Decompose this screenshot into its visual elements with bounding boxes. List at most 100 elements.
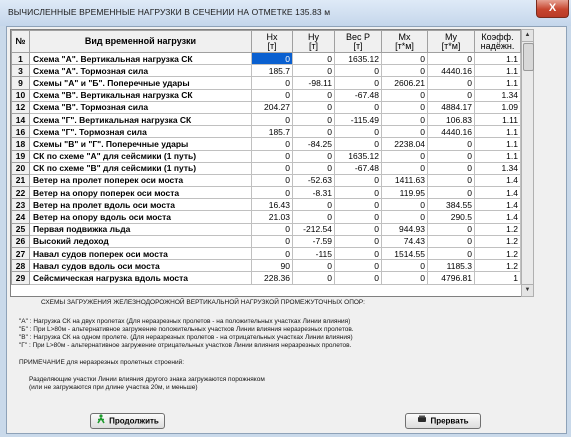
table-row[interactable]: 14 Схема "Г". Вертикальная нагрузка СК 0 0-… [11, 112, 521, 127]
value-cell[interactable]: 1.1 [474, 125, 521, 139]
value-cell[interactable]: 1.34 [474, 88, 521, 102]
load-name-cell[interactable]: Схемы "В" и "Г". Поперечные удары [29, 137, 252, 151]
value-cell[interactable]: 0 [334, 137, 382, 151]
table-row[interactable]: 22 Ветер на опору поперек оси моста 0 -8.31… [11, 186, 521, 200]
value-cell[interactable]: -7.59 [292, 234, 335, 249]
value-cell[interactable]: 0 [381, 149, 428, 163]
value-cell[interactable]: 384.55 [427, 198, 475, 212]
scroll-down-arrow-icon[interactable]: ▼ [522, 284, 533, 296]
value-cell[interactable]: 119.95 [381, 186, 428, 200]
value-cell[interactable]: 4796.81 [427, 271, 475, 285]
load-name-cell[interactable]: Схема "В". Вертикальная нагрузка СК [29, 88, 252, 102]
value-cell[interactable]: 0 [334, 234, 382, 249]
table-row[interactable]: 25 Первая подвижка льда 0 -212.54 0 944.93 0 1.… [11, 222, 521, 236]
row-number[interactable]: 3 [11, 64, 30, 78]
value-cell[interactable]: 16.43 [251, 198, 293, 212]
load-name-cell[interactable]: Схема "А". Вертикальная нагрузка СК [29, 51, 252, 66]
row-number[interactable]: 26 [11, 234, 30, 249]
value-cell[interactable]: 0 [251, 137, 293, 151]
value-cell[interactable]: 0 [334, 125, 382, 139]
value-cell[interactable]: 0 [292, 198, 335, 212]
value-cell[interactable]: 0 [251, 51, 293, 66]
table-row[interactable]: 23 Ветер на пролет вдоль оси моста 16.43 0 0… [11, 198, 521, 212]
load-name-cell[interactable]: Навал судов поперек оси моста [29, 246, 252, 261]
value-cell[interactable]: 0 [292, 64, 335, 78]
table-row[interactable]: 19 СК по схеме "А" для сейсмики (1 путь) 0… [11, 149, 521, 163]
value-cell[interactable]: 21.03 [251, 210, 293, 224]
value-cell[interactable]: 0 [334, 246, 382, 261]
value-cell[interactable]: -212.54 [292, 222, 335, 236]
row-number[interactable]: 1 [11, 51, 30, 66]
load-name-cell[interactable]: Схемы "А" и "Б". Поперечные удары [29, 76, 252, 90]
value-cell[interactable]: 0 [334, 259, 382, 273]
row-number[interactable]: 12 [11, 100, 30, 114]
value-cell[interactable]: 0 [251, 112, 293, 127]
value-cell[interactable]: -115.49 [334, 112, 382, 127]
value-cell[interactable]: 1.4 [474, 198, 521, 212]
value-cell[interactable]: 0 [334, 271, 382, 285]
value-cell[interactable]: 290.5 [427, 210, 475, 224]
value-cell[interactable]: 0 [292, 259, 335, 273]
value-cell[interactable]: 0 [292, 161, 335, 175]
value-cell[interactable]: 1.2 [474, 222, 521, 236]
value-cell[interactable]: 4440.16 [427, 125, 475, 139]
value-cell[interactable]: 0 [381, 271, 428, 285]
value-cell[interactable]: 90 [251, 259, 293, 273]
value-cell[interactable]: 0 [334, 222, 382, 236]
table-row[interactable]: 27 Навал судов поперек оси моста 0 -115 0 151… [11, 246, 521, 261]
value-cell[interactable]: 0 [427, 186, 475, 200]
row-number[interactable]: 27 [11, 246, 30, 261]
value-cell[interactable]: 0 [251, 88, 293, 102]
table-row[interactable]: 28 Навал судов вдоль оси моста 90 0 0 0 1185.3… [11, 259, 521, 273]
value-cell[interactable]: 0 [251, 76, 293, 90]
value-cell[interactable]: 1185.3 [427, 259, 475, 273]
load-name-cell[interactable]: Навал судов вдоль оси моста [29, 259, 252, 273]
value-cell[interactable]: 1.2 [474, 234, 521, 249]
load-name-cell[interactable]: СК по схеме "А" для сейсмики (1 путь) [29, 149, 252, 163]
value-cell[interactable]: 0 [251, 149, 293, 163]
value-cell[interactable]: 1.1 [474, 64, 521, 78]
row-number[interactable]: 18 [11, 137, 30, 151]
value-cell[interactable]: 0 [292, 88, 335, 102]
table-row[interactable]: 24 Ветер на опору вдоль оси моста 21.03 0 0 0… [11, 210, 521, 224]
value-cell[interactable]: 204.27 [251, 100, 293, 114]
value-cell[interactable]: 0 [427, 161, 475, 175]
cancel-button[interactable]: Прервать [405, 413, 481, 429]
value-cell[interactable]: 0 [427, 234, 475, 249]
value-cell[interactable]: 185.7 [251, 64, 293, 78]
value-cell[interactable]: 0 [292, 271, 335, 285]
value-cell[interactable]: 0 [427, 51, 475, 66]
value-cell[interactable]: 0 [334, 100, 382, 114]
value-cell[interactable]: 1.1 [474, 51, 521, 66]
value-cell[interactable]: -115 [292, 246, 335, 261]
row-number[interactable]: 22 [11, 186, 30, 200]
loads-table-container[interactable]: № Вид временной нагрузки Hx [т] Hy [т] Вес P [т… [10, 29, 522, 297]
value-cell[interactable]: 0 [381, 161, 428, 175]
value-cell[interactable]: 0 [292, 51, 335, 66]
value-cell[interactable]: 1411.63 [381, 173, 428, 188]
value-cell[interactable]: -67.48 [334, 161, 382, 175]
value-cell[interactable]: 0 [251, 246, 293, 261]
table-row[interactable]: 10 Схема "В". Вертикальная нагрузка СК 0 0-… [11, 88, 521, 102]
value-cell[interactable]: 0 [251, 234, 293, 249]
row-number[interactable]: 28 [11, 259, 30, 273]
load-name-cell[interactable]: Первая подвижка льда [29, 222, 252, 236]
load-name-cell[interactable]: Схема "В". Тормозная сила [29, 100, 252, 114]
value-cell[interactable]: 185.7 [251, 125, 293, 139]
load-name-cell[interactable]: Ветер на опору вдоль оси моста [29, 210, 252, 224]
row-number[interactable]: 24 [11, 210, 30, 224]
value-cell[interactable]: 1.1 [474, 149, 521, 163]
value-cell[interactable]: 4884.17 [427, 100, 475, 114]
continue-button[interactable]: Продолжить [90, 413, 165, 429]
value-cell[interactable]: 1.1 [474, 137, 521, 151]
value-cell[interactable]: -84.25 [292, 137, 335, 151]
load-name-cell[interactable]: СК по схеме "В" для сейсмики (1 путь) [29, 161, 252, 175]
value-cell[interactable]: 0 [251, 173, 293, 188]
value-cell[interactable]: 0 [292, 149, 335, 163]
value-cell[interactable]: 0 [381, 125, 428, 139]
row-number[interactable]: 25 [11, 222, 30, 236]
value-cell[interactable]: 2606.21 [381, 76, 428, 90]
value-cell[interactable]: 2238.04 [381, 137, 428, 151]
value-cell[interactable]: 0 [251, 161, 293, 175]
value-cell[interactable]: 0 [292, 125, 335, 139]
